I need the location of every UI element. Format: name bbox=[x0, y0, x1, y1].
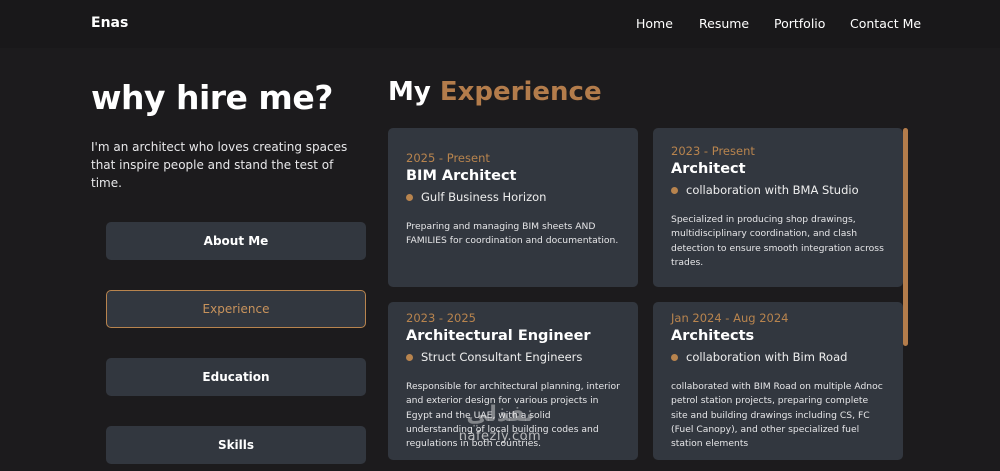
watermark-logo: نفذلي nafezly.com bbox=[440, 402, 560, 446]
nav-link-contact[interactable]: Contact Me bbox=[850, 16, 921, 31]
card-company-name: Gulf Business Horizon bbox=[421, 190, 547, 204]
nav-link-home[interactable]: Home bbox=[636, 16, 673, 31]
tab-education[interactable]: Education bbox=[106, 358, 366, 396]
card-company: Gulf Business Horizon bbox=[406, 190, 620, 204]
card-title: Architects bbox=[671, 328, 755, 344]
card-company: Struct Consultant Engineers bbox=[406, 350, 620, 364]
card-date: 2023 - 2025 bbox=[406, 311, 476, 325]
scrollbar-thumb[interactable] bbox=[903, 128, 908, 346]
bullet-dot-icon bbox=[671, 353, 678, 361]
section-title: My Experience bbox=[388, 76, 602, 108]
card-company-name: Struct Consultant Engineers bbox=[421, 350, 583, 364]
card-description: Specialized in producing shop drawings, … bbox=[671, 214, 884, 268]
card-date: 2025 - Present bbox=[406, 151, 490, 165]
nav-link-resume[interactable]: Resume bbox=[699, 16, 749, 31]
card-date: Jan 2024 - Aug 2024 bbox=[671, 311, 789, 325]
card-description: collaborated with BIM Road on multiple A… bbox=[671, 381, 883, 450]
bullet-dot-icon bbox=[406, 193, 413, 201]
card-company: collaboration with BMA Studio bbox=[671, 183, 885, 197]
watermark-arabic: نفذلي bbox=[466, 402, 534, 427]
card-date: 2023 - Present bbox=[671, 144, 755, 158]
hero-description: I'm an architect who loves creating spac… bbox=[91, 140, 348, 190]
card-title: Architectural Engineer bbox=[406, 328, 591, 344]
card-company-name: collaboration with Bim Road bbox=[686, 350, 848, 364]
section-title-accent: Experience bbox=[439, 77, 602, 107]
card-title: BIM Architect bbox=[406, 168, 517, 184]
hero-title: why hire me? bbox=[91, 78, 333, 117]
tab-about-me[interactable]: About Me bbox=[106, 222, 366, 260]
bullet-dot-icon bbox=[406, 353, 413, 361]
experience-card: 2023 - Present Architect collaboration w… bbox=[653, 128, 903, 287]
card-title: Architect bbox=[671, 161, 746, 177]
watermark-latin: nafezly.com bbox=[458, 429, 542, 444]
card-company: collaboration with Bim Road bbox=[671, 350, 885, 364]
tab-skills[interactable]: Skills bbox=[106, 426, 366, 464]
experience-card: 2025 - Present BIM Architect Gulf Busine… bbox=[388, 128, 638, 287]
hero-section: why hire me? I'm an architect who loves … bbox=[91, 78, 381, 190]
nav-links: Home Resume Portfolio Contact Me bbox=[0, 16, 1000, 36]
section-title-prefix: My bbox=[388, 77, 431, 107]
tab-experience[interactable]: Experience bbox=[106, 290, 366, 328]
nav-link-portfolio[interactable]: Portfolio bbox=[774, 16, 825, 31]
bullet-dot-icon bbox=[671, 186, 678, 194]
top-nav: Enas Home Resume Portfolio Contact Me bbox=[0, 0, 1000, 48]
card-description: Preparing and managing BIM sheets AND FA… bbox=[406, 221, 619, 247]
experience-card: Jan 2024 - Aug 2024 Architects collabora… bbox=[653, 302, 903, 460]
card-company-name: collaboration with BMA Studio bbox=[686, 183, 859, 197]
experience-scrollbar[interactable] bbox=[903, 128, 908, 471]
